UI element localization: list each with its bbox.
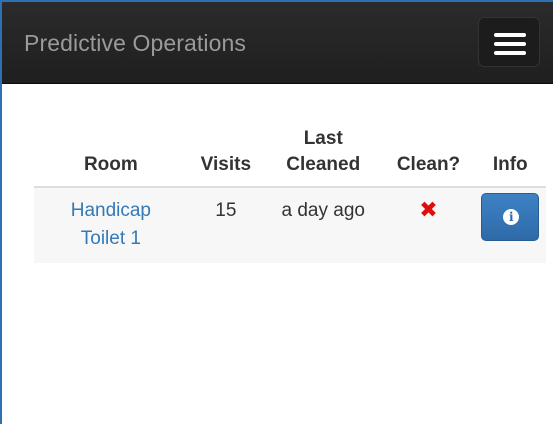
header-visits: Visits [187, 122, 264, 188]
hamburger-menu-icon-bar [494, 51, 526, 55]
rooms-table: Room Visits Last Cleaned Clean? Info Han… [34, 122, 546, 263]
header-clean: Clean? [382, 122, 475, 188]
hamburger-menu-icon-bar [494, 42, 526, 46]
header-last-cleaned-line1: Last [303, 128, 343, 149]
hamburger-menu-icon [494, 33, 526, 37]
room-cell: Handicap Toilet 1 [34, 187, 188, 263]
info-circle-icon: i [503, 209, 520, 225]
app-frame: Predictive Operations Room Visits Last C… [0, 0, 553, 424]
red-x-icon: ✖ [419, 197, 438, 222]
header-last-cleaned: Last Cleaned [264, 122, 383, 188]
header-row: Room Visits Last Cleaned Clean? Info [34, 122, 546, 188]
info-button[interactable]: i [481, 193, 540, 241]
header-room: Room [34, 122, 188, 188]
header-info: Info [474, 122, 546, 188]
header-last-cleaned-line2: Cleaned [286, 154, 361, 175]
table-row: Handicap Toilet 1 15 a day ago ✖ i [34, 187, 546, 263]
room-name-line1: Handicap [70, 200, 151, 221]
visits-cell: 15 [187, 187, 264, 263]
navbar-brand[interactable]: Predictive Operations [24, 28, 246, 58]
navbar: Predictive Operations [2, 2, 553, 84]
rooms-table-container: Room Visits Last Cleaned Clean? Info Han… [34, 122, 546, 263]
menu-toggle-button[interactable] [478, 17, 540, 67]
last-cleaned-cell: a day ago [264, 187, 383, 263]
table-header: Room Visits Last Cleaned Clean? Info [34, 122, 546, 188]
info-cell: i [474, 187, 546, 263]
table-body: Handicap Toilet 1 15 a day ago ✖ i [34, 187, 546, 263]
room-link[interactable]: Handicap Toilet 1 [71, 200, 151, 249]
room-name-line2: Toilet 1 [80, 228, 141, 249]
clean-status-cell: ✖ [382, 187, 475, 263]
